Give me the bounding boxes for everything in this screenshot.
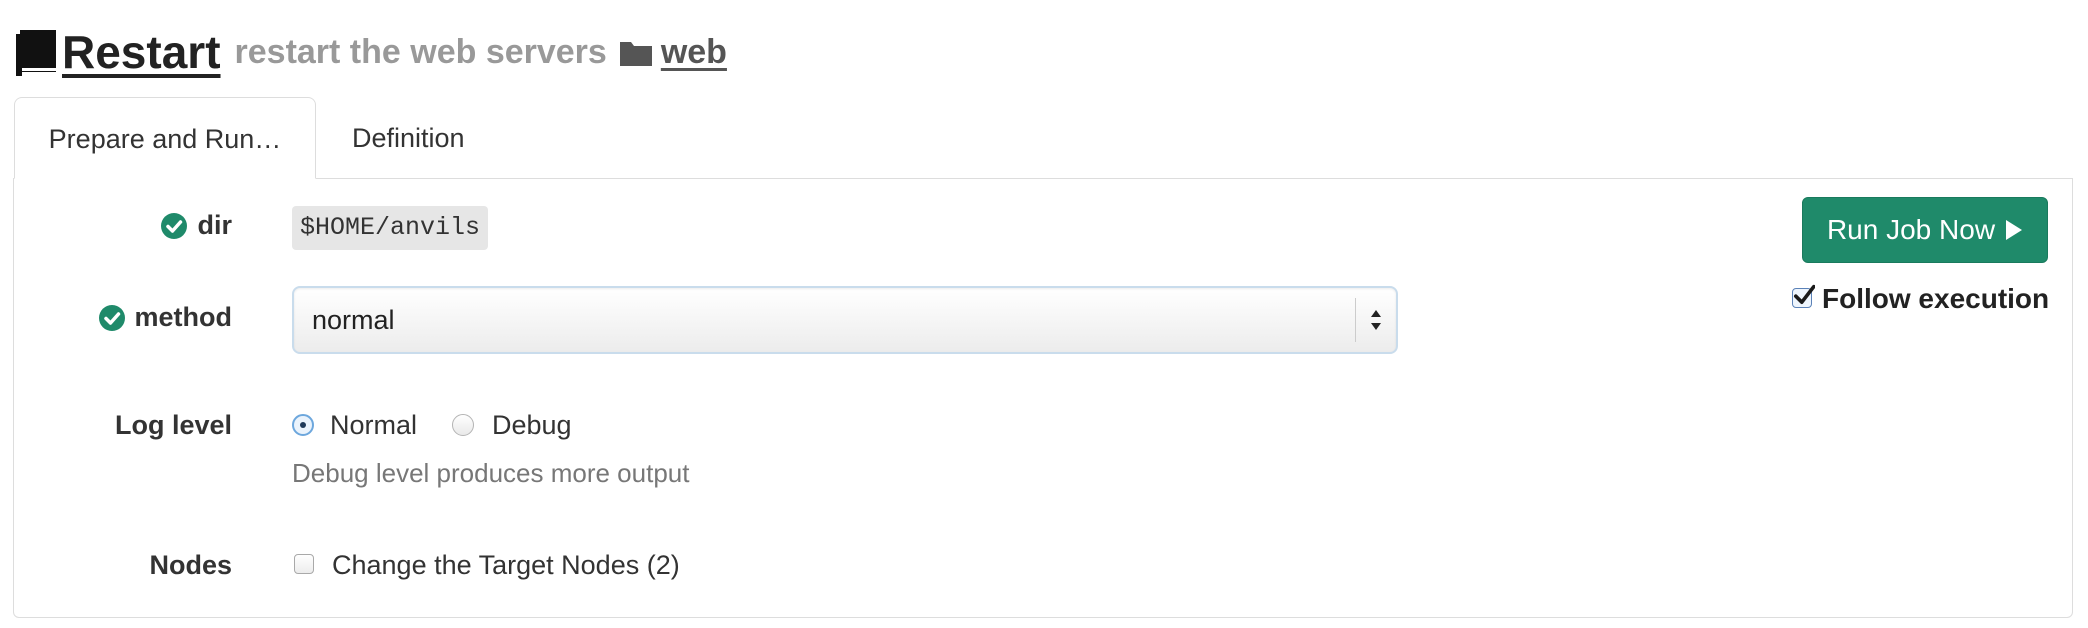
dir-value: $HOME/anvils: [292, 206, 489, 250]
tab-definition[interactable]: Definition: [352, 97, 532, 179]
job-title-link[interactable]: Restart: [62, 25, 221, 79]
change-target-nodes-label[interactable]: Change the Target Nodes (2): [332, 548, 680, 582]
updown-arrows-icon: [1371, 310, 1381, 330]
dir-label-row: dir: [161, 210, 232, 241]
tab-prepare-and-run[interactable]: Prepare and Run…: [14, 97, 316, 179]
change-target-nodes-checkbox[interactable]: [294, 554, 314, 574]
select-divider: [1355, 298, 1356, 342]
log-level-debug-label[interactable]: Debug: [492, 408, 572, 442]
log-level-debug-radio[interactable]: [452, 414, 474, 436]
method-label-row: method: [98, 302, 233, 333]
follow-execution-label[interactable]: Follow execution: [1822, 282, 2049, 316]
group-link[interactable]: web: [661, 33, 727, 72]
folder-icon: [619, 42, 652, 66]
method-label: method: [134, 302, 233, 332]
follow-execution-checkbox[interactable]: [1792, 284, 1815, 308]
check-circle-icon: [161, 212, 188, 239]
dir-label: dir: [197, 210, 232, 240]
method-select[interactable]: normal: [292, 286, 1398, 354]
log-level-normal-radio[interactable]: [292, 414, 314, 436]
run-job-now-label: Run Job Now: [1826, 214, 1996, 245]
job-header: Restart restart the web servers web: [16, 20, 727, 84]
checkmark-icon: [1794, 284, 1815, 304]
book-icon: [16, 30, 56, 76]
play-icon: [2006, 220, 2023, 240]
radio-selected-dot: [300, 422, 306, 428]
run-job-now-button[interactable]: Run Job Now: [1802, 197, 2048, 263]
check-circle-icon: [98, 304, 125, 331]
log-level-normal-label[interactable]: Normal: [330, 408, 417, 442]
method-select-value: normal: [312, 305, 395, 335]
nodes-label: Nodes: [149, 550, 232, 580]
job-description: restart the web servers: [234, 32, 607, 71]
log-level-label: Log level: [114, 410, 232, 440]
log-level-help-text: Debug level produces more output: [292, 458, 690, 488]
